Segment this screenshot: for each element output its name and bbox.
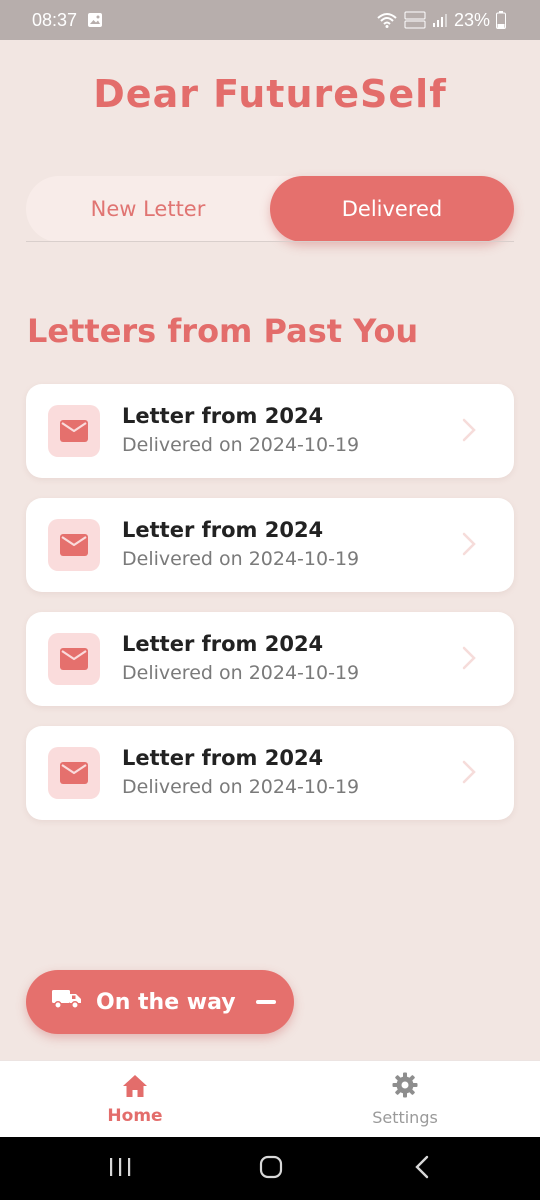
letter-card[interactable]: Letter from 2024 Delivered on 2024-10-19 — [26, 726, 514, 820]
nav-home-label: Home — [107, 1105, 163, 1126]
recent-apps-button[interactable] — [70, 1137, 170, 1200]
chevron-right-icon — [462, 532, 476, 560]
letter-delivered-date: Delivered on 2024-10-19 — [122, 434, 360, 456]
battery-percent: 23% — [453, 9, 490, 30]
letter-text: Letter from 2024 Delivered on 2024-10-19 — [122, 744, 359, 802]
truck-icon — [52, 988, 82, 1016]
on-the-way-button[interactable]: On the way — [26, 970, 294, 1034]
nav-settings-label: Settings — [372, 1108, 438, 1127]
status-right: 23% — [376, 10, 506, 31]
bottom-nav: Home Settings — [0, 1060, 540, 1137]
letter-title: Letter from 2024 — [122, 404, 324, 428]
letter-text: Letter from 2024 Delivered on 2024-10-19 — [122, 516, 359, 574]
letter-text: Letter from 2024 Delivered on 2024-10-19 — [122, 630, 359, 688]
letter-card[interactable]: Letter from 2024 Delivered on 2024-10-19 — [26, 384, 514, 478]
letter-tabs: New Letter Delivered — [26, 176, 514, 242]
home-icon — [122, 1074, 148, 1102]
wifi-icon — [376, 12, 398, 28]
letter-delivered-date: Delivered on 2024-10-19 — [122, 662, 360, 684]
mail-icon — [48, 633, 100, 685]
system-nav-bar — [0, 1137, 540, 1200]
chevron-right-icon — [462, 760, 476, 788]
mail-icon — [48, 519, 100, 571]
mail-icon — [48, 747, 100, 799]
back-icon — [414, 1155, 430, 1183]
chevron-right-icon — [462, 646, 476, 674]
letter-list: Letter from 2024 Delivered on 2024-10-19… — [26, 384, 514, 840]
mail-icon — [48, 405, 100, 457]
letter-title: Letter from 2024 — [122, 746, 324, 770]
status-left: 08:37 — [32, 10, 103, 31]
signal-icon — [432, 12, 448, 28]
recent-apps-icon — [108, 1156, 132, 1182]
tab-new-letter[interactable]: New Letter — [26, 176, 270, 242]
app-title: Dear FutureSelf — [93, 72, 447, 116]
system-back-button[interactable] — [372, 1137, 472, 1200]
on-the-way-label: On the way — [96, 989, 236, 1015]
volte-icon — [404, 11, 426, 29]
nav-settings[interactable]: Settings — [270, 1061, 540, 1138]
letter-delivered-date: Delivered on 2024-10-19 — [122, 776, 360, 798]
tab-delivered[interactable]: Delivered — [270, 176, 514, 242]
letter-delivered-date: Delivered on 2024-10-19 — [122, 548, 360, 570]
system-home-icon — [259, 1155, 283, 1183]
letter-card[interactable]: Letter from 2024 Delivered on 2024-10-19 — [26, 498, 514, 592]
letter-title: Letter from 2024 — [122, 632, 324, 656]
letter-title: Letter from 2024 — [122, 518, 324, 542]
battery-icon — [496, 11, 506, 29]
status-bar: 08:37 23% — [0, 0, 540, 40]
image-icon — [87, 12, 103, 28]
system-home-button[interactable] — [221, 1137, 321, 1200]
section-title: Letters from Past You — [27, 312, 419, 350]
letter-card[interactable]: Letter from 2024 Delivered on 2024-10-19 — [26, 612, 514, 706]
minus-icon — [255, 1000, 276, 1004]
chevron-right-icon — [462, 418, 476, 446]
tabs-divider — [26, 241, 514, 242]
gear-icon — [392, 1072, 418, 1102]
status-time: 08:37 — [32, 9, 78, 30]
letter-text: Letter from 2024 Delivered on 2024-10-19 — [122, 402, 359, 460]
nav-home[interactable]: Home — [0, 1061, 270, 1138]
